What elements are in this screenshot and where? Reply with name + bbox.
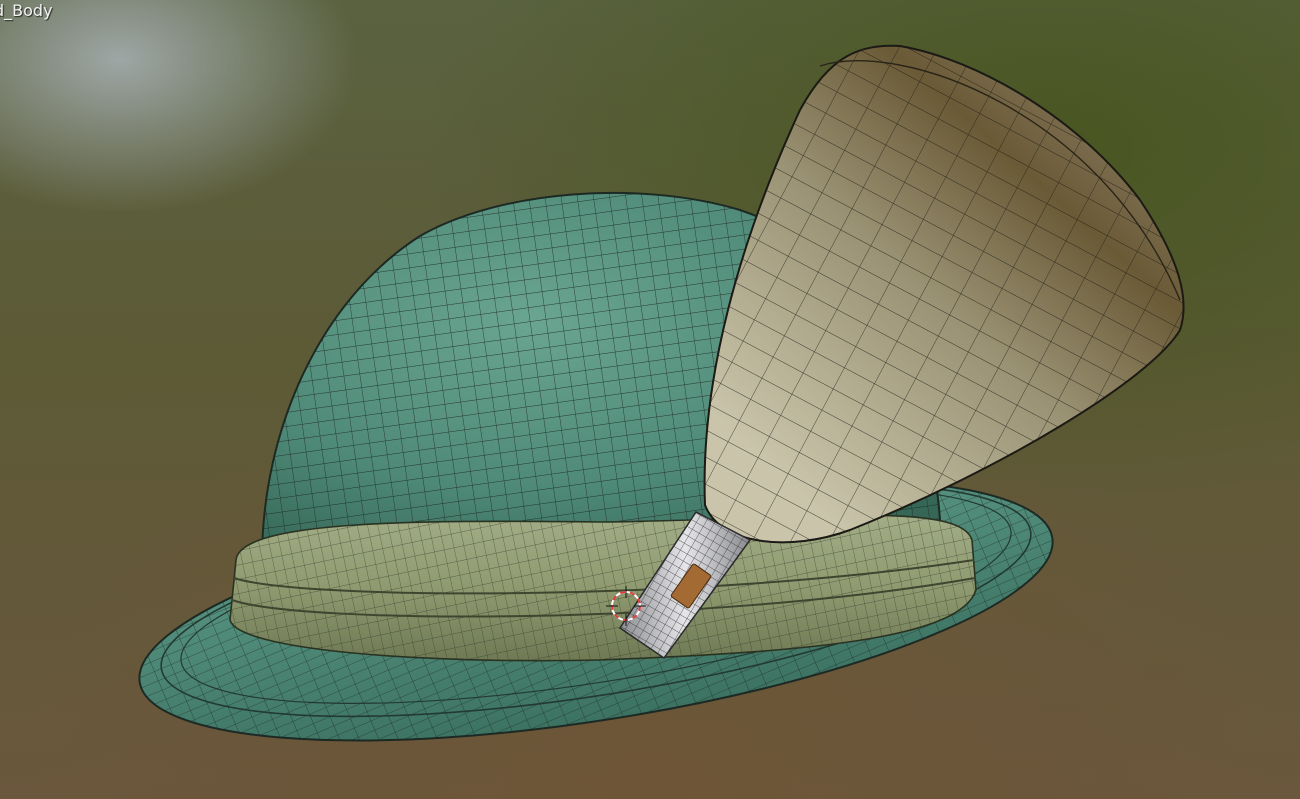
feather-brush[interactable] xyxy=(703,44,1185,544)
3d-viewport[interactable]: d_Body xyxy=(0,0,1300,799)
active-object-label: d_Body xyxy=(0,1,53,20)
scene-render[interactable] xyxy=(0,0,1300,799)
hat-band[interactable] xyxy=(229,514,977,662)
